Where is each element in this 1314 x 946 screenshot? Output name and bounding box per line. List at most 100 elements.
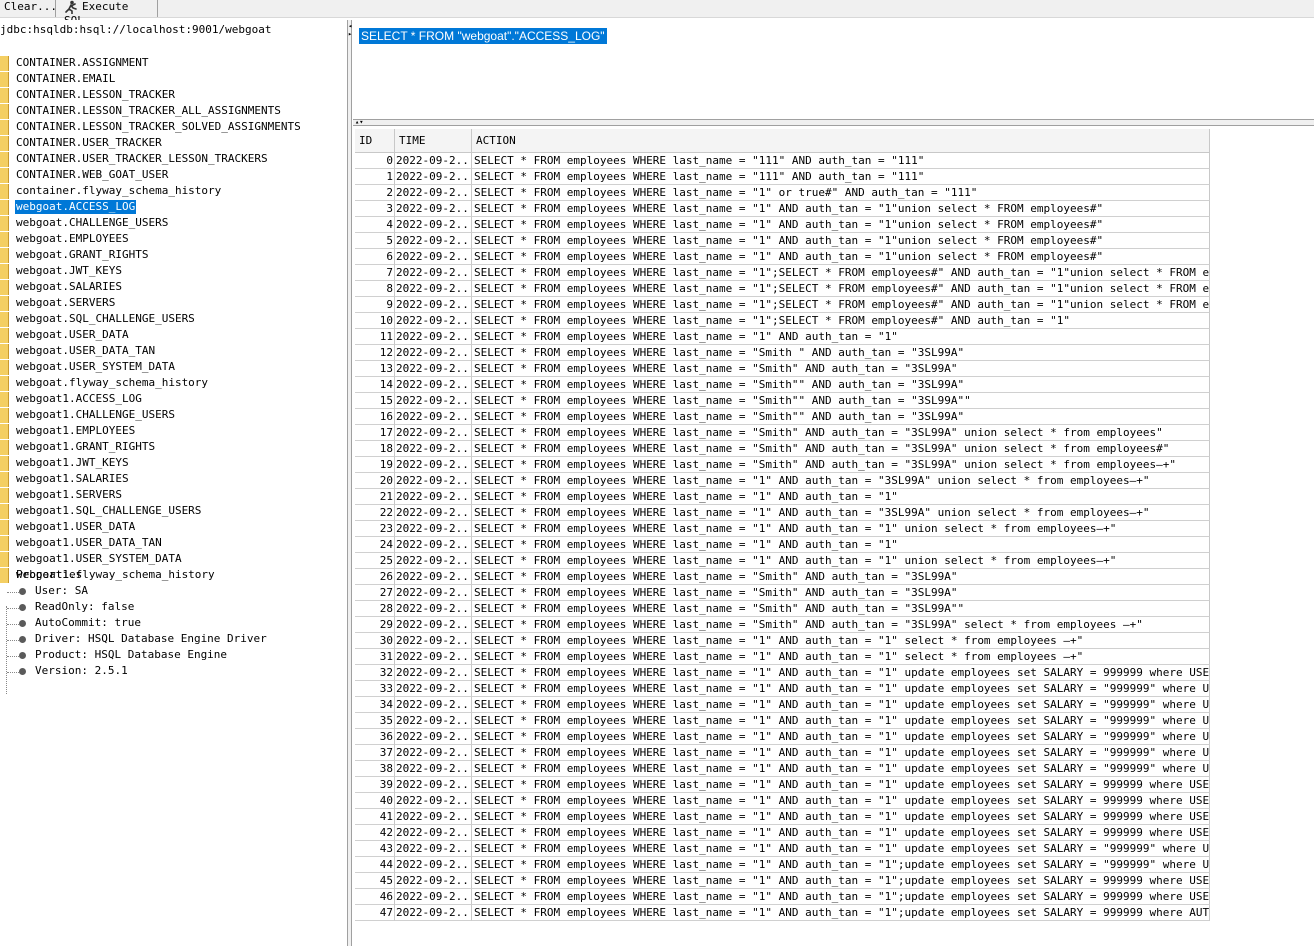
- cell-action[interactable]: SELECT * FROM employees WHERE last_name …: [472, 649, 1210, 665]
- cell-action[interactable]: SELECT * FROM employees WHERE last_name …: [472, 905, 1210, 921]
- table-row[interactable]: 10 2022-09-2... SELECT * FROM employees WH…: [355, 313, 1210, 329]
- table-row[interactable]: 5 2022-09-2... SELECT * FROM employees WHE…: [355, 233, 1210, 249]
- cell-action[interactable]: SELECT * FROM employees WHERE last_name …: [472, 761, 1210, 777]
- cell-time[interactable]: 2022-09-2...: [395, 217, 472, 233]
- clear-button[interactable]: Clear...: [0, 0, 57, 17]
- cell-action[interactable]: SELECT * FROM employees WHERE last_name …: [472, 553, 1210, 569]
- cell-id[interactable]: 6: [355, 249, 395, 265]
- table-row[interactable]: 29 2022-09-2... SELECT * FROM employees WH…: [355, 617, 1210, 633]
- cell-id[interactable]: 45: [355, 873, 395, 889]
- cell-time[interactable]: 2022-09-2...: [395, 505, 472, 521]
- cell-id[interactable]: 20: [355, 473, 395, 489]
- cell-time[interactable]: 2022-09-2...: [395, 185, 472, 201]
- cell-time[interactable]: 2022-09-2...: [395, 425, 472, 441]
- cell-action[interactable]: SELECT * FROM employees WHERE last_name …: [472, 633, 1210, 649]
- cell-id[interactable]: 22: [355, 505, 395, 521]
- cell-id[interactable]: 7: [355, 265, 395, 281]
- cell-time[interactable]: 2022-09-2...: [395, 297, 472, 313]
- cell-id[interactable]: 36: [355, 729, 395, 745]
- cell-id[interactable]: 33: [355, 681, 395, 697]
- column-header-time[interactable]: TIME: [395, 129, 472, 153]
- cell-id[interactable]: 16: [355, 409, 395, 425]
- cell-time[interactable]: 2022-09-2...: [395, 473, 472, 489]
- table-row[interactable]: 13 2022-09-2... SELECT * FROM employees WH…: [355, 361, 1210, 377]
- sql-query-text[interactable]: SELECT * FROM "webgoat"."ACCESS_LOG": [359, 28, 607, 44]
- table-row[interactable]: 6 2022-09-2... SELECT * FROM employees WHE…: [355, 249, 1210, 265]
- expand-right-arrow-icon[interactable]: ▸: [348, 30, 352, 38]
- table-row[interactable]: 18 2022-09-2... SELECT * FROM employees WH…: [355, 441, 1210, 457]
- cell-action[interactable]: SELECT * FROM employees WHERE last_name …: [472, 601, 1210, 617]
- cell-action[interactable]: SELECT * FROM employees WHERE last_name …: [472, 441, 1210, 457]
- cell-time[interactable]: 2022-09-2...: [395, 249, 472, 265]
- cell-id[interactable]: 0: [355, 153, 395, 169]
- cell-time[interactable]: 2022-09-2...: [395, 393, 472, 409]
- cell-time[interactable]: 2022-09-2...: [395, 665, 472, 681]
- cell-action[interactable]: SELECT * FROM employees WHERE last_name …: [472, 825, 1210, 841]
- cell-id[interactable]: 25: [355, 553, 395, 569]
- cell-action[interactable]: SELECT * FROM employees WHERE last_name …: [472, 409, 1210, 425]
- schema-tree[interactable]: jdbc:hsqldb:hsql://localhost:9001/webgoa…: [0, 20, 347, 946]
- cell-id[interactable]: 26: [355, 569, 395, 585]
- cell-id[interactable]: 34: [355, 697, 395, 713]
- cell-action[interactable]: SELECT * FROM employees WHERE last_name …: [472, 873, 1210, 889]
- cell-time[interactable]: 2022-09-2...: [395, 761, 472, 777]
- cell-action[interactable]: SELECT * FROM employees WHERE last_name …: [472, 281, 1210, 297]
- cell-id[interactable]: 46: [355, 889, 395, 905]
- cell-action[interactable]: SELECT * FROM employees WHERE last_name …: [472, 169, 1210, 185]
- cell-action[interactable]: SELECT * FROM employees WHERE last_name …: [472, 329, 1210, 345]
- cell-id[interactable]: 40: [355, 793, 395, 809]
- cell-action[interactable]: SELECT * FROM employees WHERE last_name …: [472, 857, 1210, 873]
- cell-id[interactable]: 37: [355, 745, 395, 761]
- table-row[interactable]: 39 2022-09-2... SELECT * FROM employees WH…: [355, 777, 1210, 793]
- cell-time[interactable]: 2022-09-2...: [395, 569, 472, 585]
- cell-action[interactable]: SELECT * FROM employees WHERE last_name …: [472, 569, 1210, 585]
- table-row[interactable]: 41 2022-09-2... SELECT * FROM employees WH…: [355, 809, 1210, 825]
- cell-id[interactable]: 13: [355, 361, 395, 377]
- cell-time[interactable]: 2022-09-2...: [395, 649, 472, 665]
- table-row[interactable]: 9 2022-09-2... SELECT * FROM employees WHE…: [355, 297, 1210, 313]
- table-row[interactable]: 25 2022-09-2... SELECT * FROM employees WH…: [355, 553, 1210, 569]
- cell-time[interactable]: 2022-09-2...: [395, 313, 472, 329]
- cell-action[interactable]: SELECT * FROM employees WHERE last_name …: [472, 713, 1210, 729]
- table-row[interactable]: 15 2022-09-2... SELECT * FROM employees WH…: [355, 393, 1210, 409]
- cell-id[interactable]: 3: [355, 201, 395, 217]
- table-row[interactable]: 30 2022-09-2... SELECT * FROM employees WH…: [355, 633, 1210, 649]
- table-row[interactable]: 46 2022-09-2... SELECT * FROM employees WH…: [355, 889, 1210, 905]
- cell-id[interactable]: 29: [355, 617, 395, 633]
- cell-action[interactable]: SELECT * FROM employees WHERE last_name …: [472, 233, 1210, 249]
- execute-sql-button[interactable]: Execute SQL: [58, 0, 158, 27]
- cell-id[interactable]: 23: [355, 521, 395, 537]
- table-row[interactable]: 40 2022-09-2... SELECT * FROM employees WH…: [355, 793, 1210, 809]
- sql-editor[interactable]: SELECT * FROM "webgoat"."ACCESS_LOG": [353, 20, 1314, 119]
- cell-id[interactable]: 39: [355, 777, 395, 793]
- table-row[interactable]: 1 2022-09-2... SELECT * FROM employees WHE…: [355, 169, 1210, 185]
- cell-action[interactable]: SELECT * FROM employees WHERE last_name …: [472, 537, 1210, 553]
- cell-id[interactable]: 4: [355, 217, 395, 233]
- results-grid[interactable]: ID TIME ACTION 0 2022-09-2... SELECT * FRO…: [353, 126, 1314, 946]
- table-row[interactable]: 27 2022-09-2... SELECT * FROM employees WH…: [355, 585, 1210, 601]
- cell-time[interactable]: 2022-09-2...: [395, 265, 472, 281]
- cell-id[interactable]: 12: [355, 345, 395, 361]
- cell-time[interactable]: 2022-09-2...: [395, 857, 472, 873]
- cell-action[interactable]: SELECT * FROM employees WHERE last_name …: [472, 777, 1210, 793]
- cell-id[interactable]: 17: [355, 425, 395, 441]
- cell-id[interactable]: 10: [355, 313, 395, 329]
- table-row[interactable]: 16 2022-09-2... SELECT * FROM employees WH…: [355, 409, 1210, 425]
- cell-action[interactable]: SELECT * FROM employees WHERE last_name …: [472, 617, 1210, 633]
- cell-action[interactable]: SELECT * FROM employees WHERE last_name …: [472, 489, 1210, 505]
- cell-time[interactable]: 2022-09-2...: [395, 441, 472, 457]
- cell-id[interactable]: 24: [355, 537, 395, 553]
- table-row[interactable]: 11 2022-09-2... SELECT * FROM employees WH…: [355, 329, 1210, 345]
- cell-time[interactable]: 2022-09-2...: [395, 809, 472, 825]
- cell-time[interactable]: 2022-09-2...: [395, 377, 472, 393]
- cell-action[interactable]: SELECT * FROM employees WHERE last_name …: [472, 473, 1210, 489]
- cell-action[interactable]: SELECT * FROM employees WHERE last_name …: [472, 377, 1210, 393]
- table-row[interactable]: 34 2022-09-2... SELECT * FROM employees WH…: [355, 697, 1210, 713]
- cell-id[interactable]: 19: [355, 457, 395, 473]
- cell-time[interactable]: 2022-09-2...: [395, 633, 472, 649]
- cell-action[interactable]: SELECT * FROM employees WHERE last_name …: [472, 729, 1210, 745]
- table-row[interactable]: 4 2022-09-2... SELECT * FROM employees WHE…: [355, 217, 1210, 233]
- cell-time[interactable]: 2022-09-2...: [395, 345, 472, 361]
- cell-action[interactable]: SELECT * FROM employees WHERE last_name …: [472, 153, 1210, 169]
- cell-time[interactable]: 2022-09-2...: [395, 409, 472, 425]
